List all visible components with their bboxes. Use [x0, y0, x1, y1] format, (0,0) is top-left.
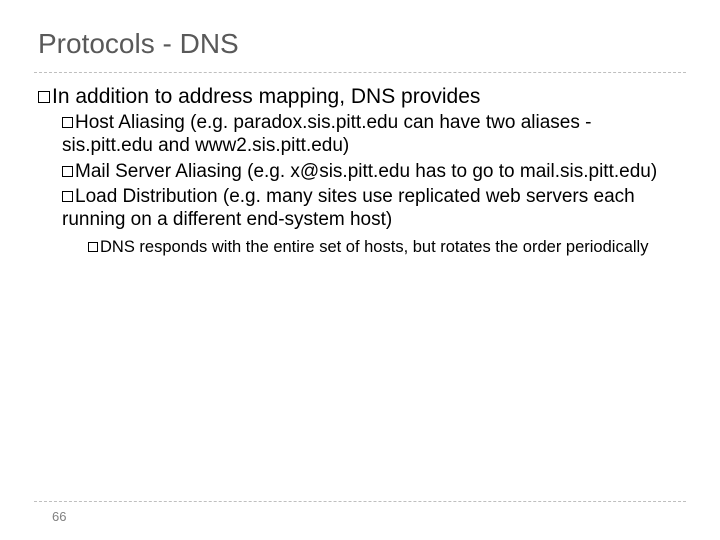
bullet-level1: In addition to address mapping, DNS prov…	[38, 84, 678, 109]
bullet-box-icon	[38, 91, 50, 103]
bullet-box-icon	[62, 166, 73, 177]
slide: Protocols - DNS In addition to address m…	[0, 0, 720, 540]
content-body: In addition to address mapping, DNS prov…	[38, 84, 678, 258]
bullet-text: DNS responds with the entire set of host…	[100, 238, 648, 256]
bullet-text: In addition to address mapping, DNS prov…	[52, 85, 480, 108]
bullet-box-icon	[88, 242, 98, 252]
footer-divider	[34, 501, 686, 502]
bullet-level3: DNS responds with the entire set of host…	[88, 237, 678, 258]
bullet-text: Load Distribution (e.g. many sites use r…	[62, 186, 635, 230]
bullet-level2: Load Distribution (e.g. many sites use r…	[62, 185, 678, 231]
bullet-box-icon	[62, 191, 73, 202]
bullet-text: Host Aliasing (e.g. paradox.sis.pitt.edu…	[62, 112, 591, 156]
title-divider	[34, 72, 686, 73]
slide-title: Protocols - DNS	[38, 28, 239, 60]
bullet-level2: Mail Server Aliasing (e.g. x@sis.pitt.ed…	[62, 160, 678, 183]
page-number: 66	[52, 509, 66, 524]
bullet-level2: Host Aliasing (e.g. paradox.sis.pitt.edu…	[62, 111, 678, 157]
bullet-text: Mail Server Aliasing (e.g. x@sis.pitt.ed…	[75, 161, 657, 182]
bullet-box-icon	[62, 117, 73, 128]
